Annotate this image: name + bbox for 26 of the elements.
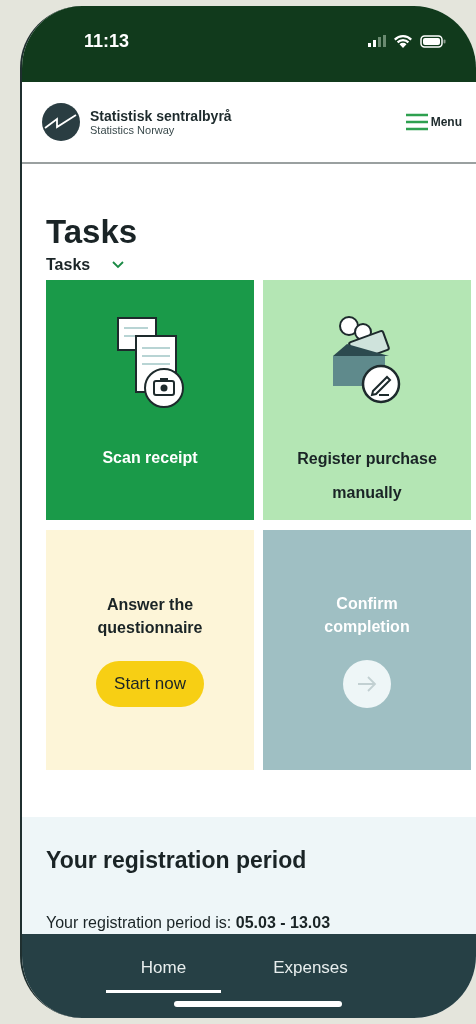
menu-button[interactable]: Menu [400,109,466,135]
section-heading: Your registration period [46,847,308,874]
nav-tab[interactable]: Home [106,948,221,993]
tile-title: Scan receipt [102,448,198,468]
menu-icon [404,113,429,131]
arrow-right-icon [357,676,377,692]
start-button[interactable]: Start now [96,661,204,707]
wifi-icon [394,34,412,48]
chevron-down-icon [112,261,125,269]
tile-title: Answer the questionnaire [96,595,204,638]
org-subtitle: Statistics Norway [90,124,176,136]
tile-title: Register purchase manually [296,449,438,503]
page-title: Tasks [46,212,139,252]
task-card[interactable]: Scan receipt [46,280,254,520]
logo-icon [42,103,80,141]
task-card[interactable]: Answer the questionnaire Start now [46,530,254,770]
task-card[interactable]: Register purchase manually [263,280,471,520]
org-name: Statistisk sentralbyrå [90,108,232,124]
tile-title: Confirm completion [323,594,411,637]
status-time: 11:13 [84,30,130,52]
signal-icon [368,35,386,47]
tasks-dropdown[interactable]: Tasks [46,256,125,274]
receipt-camera-icon [114,314,186,410]
nav-tab[interactable]: Expenses [253,948,368,993]
registration-text: Your registration period is: 05.03 - 13.03 [46,914,332,932]
battery-icon [420,34,446,48]
